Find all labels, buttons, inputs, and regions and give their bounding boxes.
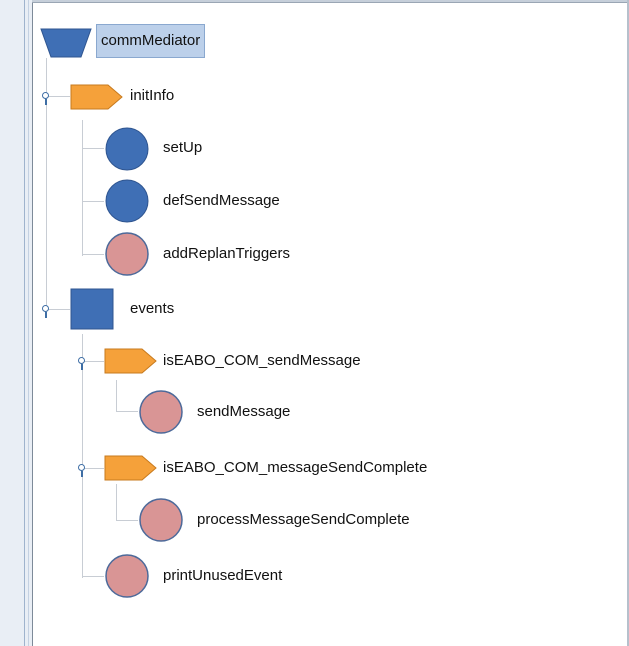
expand-toggle-icon[interactable] — [75, 461, 91, 477]
tree-connector — [116, 520, 138, 521]
gutter-divider[interactable] — [32, 0, 33, 646]
tree-panel: commMediator initInfo setUp defSendMessa… — [0, 0, 629, 646]
tree-node-label[interactable]: initInfo — [130, 87, 174, 105]
tree-connector — [82, 576, 104, 577]
tree-connector — [116, 380, 117, 412]
tree-connector — [82, 201, 104, 202]
tree-connector — [82, 254, 104, 255]
gutter-divider — [24, 0, 25, 646]
blue-circle-icon[interactable] — [104, 178, 150, 224]
tree-node-label[interactable]: events — [130, 300, 174, 318]
trapezoid-icon[interactable] — [40, 27, 92, 59]
expand-toggle-icon[interactable] — [39, 302, 55, 318]
tree-node-root-label[interactable]: commMediator — [96, 24, 206, 58]
tree-node-label[interactable]: sendMessage — [197, 403, 290, 421]
tree-node-label[interactable]: defSendMessage — [163, 192, 280, 210]
tree-node-label[interactable]: isEABO_COM_messageSendComplete — [163, 459, 427, 477]
blue-circle-icon[interactable] — [104, 126, 150, 172]
expand-toggle-icon[interactable] — [39, 89, 55, 105]
tree-connector — [82, 148, 104, 149]
tree-node-label[interactable]: processMessageSendComplete — [197, 511, 410, 529]
pink-circle-icon[interactable] — [104, 231, 150, 277]
orange-pentagon-icon[interactable] — [104, 455, 158, 481]
tree-node-label[interactable]: setUp — [163, 139, 202, 157]
blue-square-icon[interactable] — [70, 288, 114, 330]
tree-node-label[interactable]: printUnusedEvent — [163, 567, 282, 585]
tree-connector — [82, 120, 83, 256]
expand-toggle-icon[interactable] — [75, 354, 91, 370]
tree-connector — [116, 411, 138, 412]
pink-circle-icon[interactable] — [138, 497, 184, 543]
gutter-divider — [28, 0, 29, 646]
orange-pentagon-icon[interactable] — [104, 348, 158, 374]
tree-connector — [116, 484, 117, 520]
pink-circle-icon[interactable] — [104, 553, 150, 599]
orange-pentagon-icon[interactable] — [70, 84, 124, 110]
tree-connector — [82, 334, 83, 578]
panel-top-border — [32, 2, 629, 3]
tree-node-label[interactable]: addReplanTriggers — [163, 245, 290, 263]
pink-circle-icon[interactable] — [138, 389, 184, 435]
tree-node-label[interactable]: isEABO_COM_sendMessage — [163, 352, 361, 370]
